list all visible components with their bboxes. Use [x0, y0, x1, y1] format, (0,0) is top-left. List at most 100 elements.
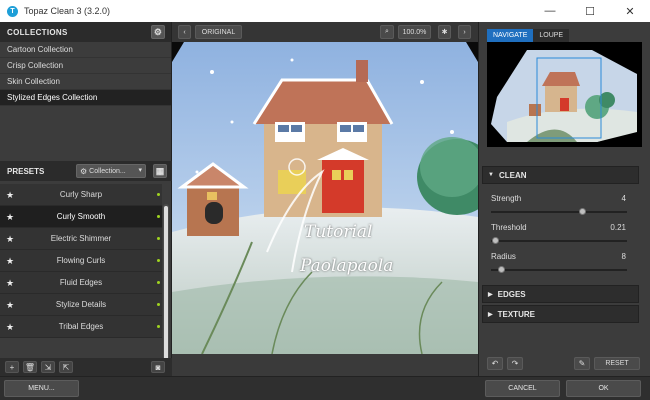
chevron-left-icon: ‹: [183, 28, 186, 36]
preset-label: Tribal Edges: [58, 322, 104, 331]
preset-item[interactable]: ★ Flowing Curls: [0, 250, 162, 272]
star-icon[interactable]: ★: [6, 250, 14, 272]
slider-knob[interactable]: [579, 208, 587, 215]
zoom-button[interactable]: ⌕: [380, 25, 394, 39]
texture-section-header[interactable]: ▶ TEXTURE: [482, 305, 639, 323]
preset-indicator: [157, 215, 160, 218]
preset-item[interactable]: ★ Curly Sharp: [0, 184, 162, 206]
redo-button[interactable]: ↷: [507, 357, 523, 370]
redo-icon: ↷: [511, 359, 519, 368]
watermark-line-2: Paolapaola: [300, 256, 394, 276]
slider-label: Threshold: [491, 223, 527, 232]
zoom-level[interactable]: 100.0%: [398, 25, 431, 39]
slider-knob[interactable]: [497, 266, 505, 273]
navigator-tab[interactable]: NAVIGATE: [487, 29, 534, 42]
presets-title: PRESETS: [7, 166, 45, 176]
left-panel: COLLECTIONS ⚙ Cartoon Collection Crisp Co…: [0, 22, 172, 376]
app-icon: T: [7, 5, 18, 17]
import-preset-button[interactable]: ⇲: [41, 361, 55, 373]
preset-label: Electric Shimmer: [50, 234, 112, 243]
undo-button[interactable]: ↶: [487, 357, 503, 370]
preset-item[interactable]: ★ Tribal Edges: [0, 316, 162, 338]
star-icon[interactable]: ★: [6, 294, 14, 316]
collection-item[interactable]: Stylized Edges Collection: [0, 90, 171, 106]
collapse-right-button[interactable]: ›: [458, 25, 471, 39]
ok-button[interactable]: OK: [566, 380, 641, 397]
gear-icon: ⚙: [153, 26, 163, 37]
clean-section-header[interactable]: ▼ CLEAN: [482, 166, 639, 184]
delete-preset-button[interactable]: 🗑: [23, 361, 37, 373]
cancel-button[interactable]: CANCEL: [485, 380, 560, 397]
trash-icon: 🗑: [24, 362, 36, 372]
star-icon[interactable]: ★: [6, 272, 14, 294]
grid-view-button[interactable]: ▦: [153, 164, 167, 178]
preset-item[interactable]: ★ Fluid Edges: [0, 272, 162, 294]
brush-icon: ✎: [578, 359, 586, 368]
chevron-down-icon: ▾: [138, 167, 142, 174]
collapse-left-button[interactable]: ‹: [178, 25, 191, 39]
plus-icon: +: [9, 362, 15, 372]
undo-icon: ↶: [491, 359, 499, 368]
edges-title: EDGES: [497, 289, 526, 299]
triangle-right-icon: ▶: [488, 311, 493, 318]
lightbulb-icon: ✱: [441, 29, 448, 36]
preset-label: Curly Smooth: [56, 212, 106, 221]
watermark-line-1: Tutorial: [304, 222, 373, 242]
slider-track[interactable]: [491, 237, 627, 244]
import-icon: ⇲: [44, 362, 52, 372]
preset-label: Stylize Details: [55, 300, 107, 309]
brush-button[interactable]: ✎: [574, 357, 590, 370]
menu-button[interactable]: MENU...: [4, 380, 79, 397]
image-preview[interactable]: Tutorial Paolapaola: [172, 42, 478, 354]
preset-indicator: [157, 281, 160, 284]
preset-label: Curly Sharp: [59, 190, 103, 199]
slider-track[interactable]: [491, 266, 627, 273]
triangle-right-icon: ▶: [488, 291, 493, 298]
preset-indicator: [157, 193, 160, 196]
slider-label: Radius: [491, 252, 516, 261]
collections-settings-button[interactable]: ⚙: [151, 25, 165, 39]
magnifier-icon: ⌕: [385, 28, 389, 35]
collections-title: COLLECTIONS: [7, 27, 68, 37]
preset-item[interactable]: ★ Stylize Details: [0, 294, 162, 316]
triangle-down-icon: ▼: [488, 172, 494, 178]
minimize-button[interactable]: —: [530, 0, 570, 22]
star-icon[interactable]: ★: [6, 184, 14, 206]
slider-track[interactable]: [491, 208, 627, 215]
export-icon: ⇱: [62, 362, 70, 372]
navigator-tab[interactable]: LOUPE: [533, 29, 570, 42]
collection-item[interactable]: Skin Collection: [0, 74, 171, 90]
presets-scrollbar[interactable]: [163, 204, 169, 374]
add-preset-button[interactable]: +: [5, 361, 19, 373]
star-icon[interactable]: ★: [6, 206, 14, 228]
gear-icon: ⚙: [80, 166, 88, 176]
star-icon[interactable]: ★: [6, 228, 14, 250]
export-preset-button[interactable]: ⇱: [59, 361, 73, 373]
collection-filter-dropdown[interactable]: ⚙ Collection... ▾: [76, 164, 146, 178]
hint-button[interactable]: ✱: [438, 25, 451, 39]
adjust-footer: ↶ ↷ ✎ RESET: [482, 355, 644, 373]
edges-section-header[interactable]: ▶ EDGES: [482, 285, 639, 303]
preset-item[interactable]: ★ Curly Smooth: [0, 206, 162, 228]
title-bar: T Topaz Clean 3 (3.2.0) — ☐ ✕: [0, 0, 650, 22]
slider-knob[interactable]: [492, 237, 500, 244]
preset-label: Flowing Curls: [56, 256, 106, 265]
slider-value: 0.21: [610, 223, 626, 232]
original-button[interactable]: ORIGINAL: [195, 25, 242, 39]
preview-image: [172, 42, 478, 354]
collection-item[interactable]: Cartoon Collection: [0, 42, 171, 58]
maximize-button[interactable]: ☐: [570, 0, 610, 22]
star-icon[interactable]: ★: [6, 316, 14, 338]
navigator-thumbnail[interactable]: [487, 42, 642, 147]
chevron-right-icon: ›: [463, 28, 466, 36]
presets-header: PRESETS ⚙ Collection... ▾ ▦: [0, 161, 172, 181]
camera-icon: ◙: [155, 362, 161, 372]
snapshot-button[interactable]: ◙: [151, 361, 165, 373]
reset-button[interactable]: RESET: [594, 357, 640, 370]
close-button[interactable]: ✕: [610, 0, 650, 22]
scrollbar-thumb[interactable]: [164, 206, 168, 361]
presets-footer: + 🗑 ⇲ ⇱ ◙: [0, 358, 172, 376]
preset-item[interactable]: ★ Electric Shimmer: [0, 228, 162, 250]
collection-item[interactable]: Crisp Collection: [0, 58, 171, 74]
bottom-bar: MENU... CANCEL OK: [0, 376, 650, 400]
